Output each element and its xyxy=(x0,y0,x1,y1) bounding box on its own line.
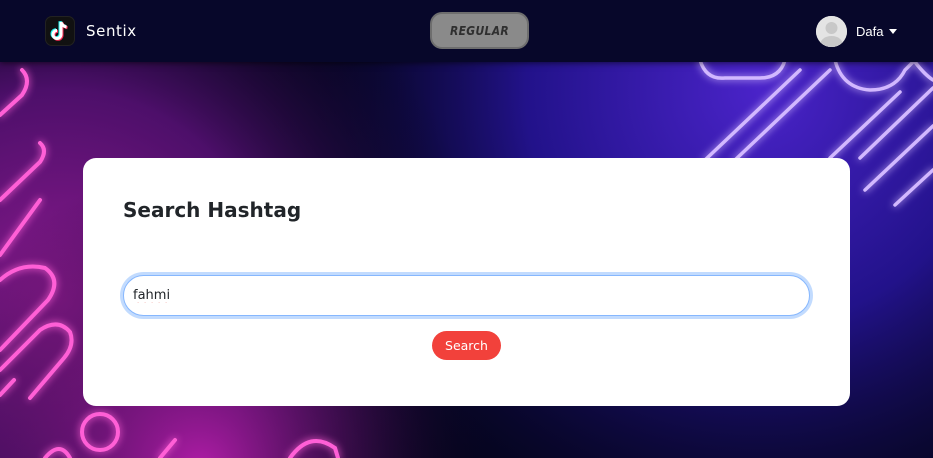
mode-toggle-button[interactable]: REGULAR xyxy=(430,12,529,49)
user-name: Dafa xyxy=(856,23,884,39)
page: Sentix REGULAR Dafa Search Hashtag Searc… xyxy=(0,0,933,458)
hashtag-search-input[interactable] xyxy=(123,275,810,316)
user-avatar-icon xyxy=(816,15,847,47)
user-menu-dropdown[interactable]: Dafa xyxy=(816,15,898,47)
top-navbar: Sentix REGULAR Dafa xyxy=(0,0,933,62)
brand[interactable]: Sentix xyxy=(45,15,137,47)
page-title: Search Hashtag xyxy=(123,198,302,222)
search-hashtag-card: Search Hashtag Search xyxy=(83,158,850,406)
brand-name: Sentix xyxy=(86,22,137,40)
search-button[interactable]: Search xyxy=(432,331,501,360)
tiktok-icon xyxy=(45,16,75,46)
caret-down-icon xyxy=(889,28,898,34)
